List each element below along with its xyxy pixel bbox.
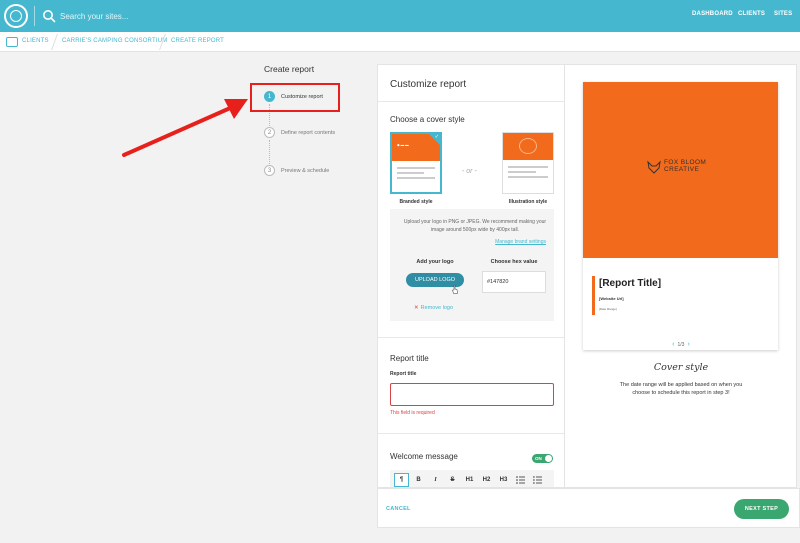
cover-style-heading: Choose a cover style: [390, 115, 465, 124]
check-icon: ✓: [434, 134, 439, 140]
steps-title: Create report: [264, 64, 315, 74]
numbered-list-icon[interactable]: [530, 473, 545, 487]
report-title-heading: Report title: [390, 354, 429, 363]
preview-report-title: [Report Title]: [599, 278, 662, 289]
h1-button[interactable]: H1: [462, 473, 477, 487]
step-number: 2: [264, 127, 275, 138]
cover-preview: FOX BLOOM CREATIVE [Report Title] [Websi…: [583, 82, 778, 350]
nav-sites[interactable]: SITES: [774, 11, 792, 17]
divider: [378, 101, 564, 102]
divider: [378, 433, 564, 434]
breadcrumb-create-report: CREATE REPORT: [171, 38, 225, 44]
remove-logo-link[interactable]: ✕ Remove logo: [414, 305, 453, 311]
clients-icon: [6, 37, 18, 47]
panel-title: Customize report: [390, 79, 467, 90]
preview-date-range: [Date Range]: [599, 307, 617, 311]
chevron-right-icon[interactable]: ›: [687, 341, 689, 348]
hand-cursor-icon: [452, 285, 458, 294]
welcome-message-toggle[interactable]: ON: [532, 454, 553, 463]
add-logo-label: Add your logo: [416, 259, 454, 265]
preview-pager: ‹ 1/3 ›: [565, 341, 797, 348]
h2-button[interactable]: H2: [479, 473, 494, 487]
breadcrumb: CLIENTS CARRIE'S CAMPING CONSORTIUM CREA…: [0, 32, 800, 52]
editor-toolbar: ¶ B I S H1 H2 H3: [390, 470, 554, 487]
breadcrumb-client-name[interactable]: CARRIE'S CAMPING CONSORTIUM: [62, 38, 167, 44]
remove-icon: ✕: [414, 305, 419, 311]
search-icon: [43, 10, 56, 23]
step-number: 3: [264, 165, 275, 176]
next-step-button[interactable]: NEXT STEP: [734, 499, 789, 519]
cancel-button[interactable]: CANCEL: [386, 506, 411, 512]
title-accent-bar: [592, 276, 595, 315]
branded-style-label: Branded style: [399, 199, 433, 205]
pager-text: 1/3: [677, 342, 685, 348]
nav-dashboard[interactable]: DASHBOARD: [692, 11, 733, 17]
app-logo-icon[interactable]: [4, 4, 28, 28]
report-title-label: Report title: [390, 371, 417, 377]
remove-logo-label: Remove logo: [420, 305, 454, 311]
nav-clients[interactable]: CLIENTS: [738, 11, 765, 17]
preview-panel: FOX BLOOM CREATIVE [Report Title] [Websi…: [565, 64, 797, 488]
mini-brand-logo-icon: ◆ ▬ ▬: [397, 143, 409, 147]
footer-bar: CANCEL NEXT STEP: [377, 488, 800, 528]
search-input[interactable]: [60, 8, 260, 24]
hex-value-input[interactable]: [482, 271, 546, 293]
bullet-list-icon[interactable]: [513, 473, 528, 487]
step-preview-schedule[interactable]: 3 Preview & schedule: [264, 165, 329, 176]
h3-button[interactable]: H3: [496, 473, 511, 487]
step-label: Define report contents: [281, 129, 336, 136]
preview-note: The date range will be applied based on …: [619, 382, 743, 397]
toggle-label: ON: [535, 456, 542, 461]
preview-caption: Cover style: [653, 362, 709, 373]
bold-button[interactable]: B: [411, 473, 426, 487]
report-title-error: This field is required: [390, 410, 435, 416]
step-define-contents[interactable]: 2 Define report contents: [264, 127, 335, 138]
hex-value-label: Choose hex value: [490, 259, 538, 265]
illustration-style-label: Illustration style: [508, 199, 548, 205]
italic-button[interactable]: I: [428, 473, 443, 487]
brand-name-line2: CREATIVE: [664, 166, 700, 173]
chevron-left-icon[interactable]: ‹: [672, 341, 674, 348]
logo-upload-box: Upload your logo in PNG or JPEG. We reco…: [390, 209, 554, 321]
illustration-style-card[interactable]: [502, 132, 554, 194]
manage-brand-settings-link[interactable]: Manage brand settings: [495, 239, 546, 245]
paragraph-button[interactable]: ¶: [394, 472, 409, 487]
strikethrough-button[interactable]: S: [445, 473, 460, 487]
topbar-divider: [34, 6, 35, 26]
preview-website-url: [Website Url]: [599, 296, 624, 301]
brand-logo: FOX BLOOM CREATIVE: [647, 159, 706, 174]
top-bar: DASHBOARD CLIENTS SITES: [0, 0, 800, 32]
step-label: Preview & schedule: [281, 167, 330, 174]
annotation-highlight-box: [250, 83, 340, 112]
branded-style-card[interactable]: ◆ ▬ ▬ ✓: [390, 132, 442, 194]
customize-panel: Customize report Choose a cover style ◆ …: [377, 64, 565, 488]
annotation-arrow-icon: [122, 99, 248, 157]
welcome-message-heading: Welcome message: [390, 452, 458, 461]
step-connector: [269, 140, 270, 164]
breadcrumb-separator: [51, 34, 58, 50]
report-title-input[interactable]: [390, 383, 554, 406]
cover-preview-image: FOX BLOOM CREATIVE: [583, 82, 778, 258]
breadcrumb-clients[interactable]: CLIENTS: [22, 38, 49, 44]
illustration-icon: [519, 138, 537, 154]
logo-help-text: Upload your logo in PNG or JPEG. We reco…: [403, 219, 547, 233]
fox-logo-icon: [647, 160, 661, 174]
or-divider: - or -: [462, 168, 477, 175]
divider: [378, 337, 564, 338]
